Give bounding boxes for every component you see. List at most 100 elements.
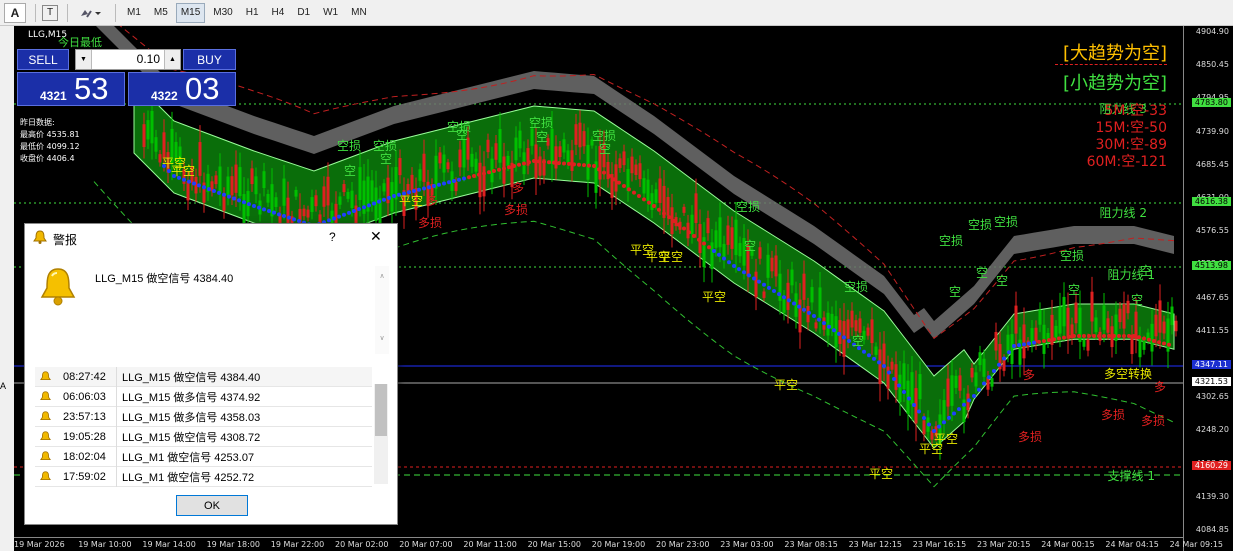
candle-body <box>818 287 822 319</box>
timeframe-button-m1[interactable]: M1 <box>122 3 146 23</box>
ma-dot <box>442 181 446 186</box>
ma-dot <box>847 339 851 343</box>
candle-body <box>714 230 718 248</box>
candle-body <box>1162 321 1166 334</box>
lot-increase-icon[interactable]: ▲ <box>164 50 180 69</box>
price-axis[interactable]: 4904.904850.454794.954739.904685.454631.… <box>1183 26 1233 551</box>
ma-dot <box>1002 356 1006 361</box>
text-label-tool-button[interactable]: T <box>42 4 58 21</box>
resistance-2-label: 阻力线 2 <box>1099 206 1147 220</box>
timeframe-button-m5[interactable]: M5 <box>149 3 173 23</box>
alert-history-row[interactable]: 06:06:03 LLG_M15 做多信号 4374.92 <box>35 386 372 407</box>
candle-body <box>810 287 814 303</box>
ma-dot <box>692 234 696 238</box>
signal-kong: 空 <box>744 239 757 253</box>
timeframe-button-d1[interactable]: D1 <box>292 3 315 23</box>
candle-body <box>734 219 738 256</box>
ma-dot <box>977 387 981 392</box>
timeframe-button-m30[interactable]: M30 <box>208 3 237 23</box>
ma-dot <box>1077 334 1081 338</box>
small-trend-label: [小趋势为空] <box>1062 73 1167 94</box>
ma-dot <box>627 187 631 192</box>
candle-body <box>618 158 622 168</box>
ma-dot <box>517 162 521 167</box>
signal-duo-sun: 多损 <box>1101 408 1126 422</box>
alert-history-row[interactable]: 23:57:13 LLG_M15 做多信号 4358.03 <box>35 406 372 427</box>
ma-dot <box>612 177 616 182</box>
alert-message: LLG_M15 做多信号 4358.03 <box>122 411 261 424</box>
timeframe-button-w1[interactable]: W1 <box>318 3 343 23</box>
candle-body <box>574 124 578 145</box>
close-button[interactable]: ✕ <box>370 228 382 245</box>
buy-price-display[interactable]: 4322 03 <box>128 71 236 106</box>
ma-dot <box>1097 334 1101 338</box>
candle-body <box>666 197 670 216</box>
dialog-titlebar[interactable]: 警报 ? ✕ <box>25 224 397 252</box>
sell-price-display[interactable]: 4321 53 <box>17 71 125 106</box>
alert-time: 19:05:28 <box>63 430 106 443</box>
timeframe-button-h1[interactable]: H1 <box>241 3 264 23</box>
ma-dot <box>697 237 701 242</box>
left-gutter: A <box>0 26 14 551</box>
candle-body <box>950 375 954 406</box>
help-button[interactable]: ? <box>329 230 336 244</box>
ma-dot <box>1067 334 1071 339</box>
buy-button[interactable]: BUY <box>183 49 236 70</box>
candle-body <box>226 176 230 196</box>
time-axis-label: 19 Mar 18:00 <box>206 540 261 549</box>
alert-history-row[interactable]: 17:59:02 LLG_M1 做空信号 4252.72 <box>35 466 372 487</box>
shapes-menu-icon[interactable] <box>74 3 106 23</box>
ma-dot <box>287 215 291 220</box>
candle-body <box>358 167 362 201</box>
ma-dot <box>987 375 991 380</box>
time-axis-label: 20 Mar 15:00 <box>527 540 582 549</box>
ma-dot <box>862 349 866 354</box>
timeframe-button-h4[interactable]: H4 <box>267 3 290 23</box>
text-tool-button[interactable]: A <box>4 2 26 23</box>
ok-button[interactable]: OK <box>176 495 248 516</box>
sell-button[interactable]: SELL <box>17 49 69 70</box>
time-axis-label: 20 Mar 19:00 <box>591 540 646 549</box>
ma-dot <box>1107 334 1111 338</box>
candle-body <box>1022 324 1026 359</box>
candle-body <box>758 247 762 259</box>
candle-body <box>870 319 874 344</box>
timeframe-button-mn[interactable]: MN <box>346 3 372 23</box>
lot-decrease-icon[interactable]: ▼ <box>76 50 92 69</box>
time-axis[interactable]: 19 Mar 2026 19 Mar 10:00 19 Mar 14:00 19 Ma… <box>14 537 1223 551</box>
large-bell-icon <box>40 268 76 306</box>
toolbar-separator <box>67 3 68 22</box>
alert-history-row[interactable]: 08:27:42 LLG_M15 做空信号 4384.40 <box>35 366 372 387</box>
candle-body <box>578 122 582 148</box>
candle-body <box>886 366 890 389</box>
ma-dot <box>502 166 506 171</box>
ma-dot <box>577 162 581 167</box>
candle-body <box>438 152 442 164</box>
bell-icon <box>40 370 51 380</box>
candle-body <box>518 130 522 149</box>
ma-dot <box>542 159 546 164</box>
timeframe-button-m15[interactable]: M15 <box>175 2 206 23</box>
ma-dot <box>732 264 736 268</box>
ma-dot <box>667 215 671 220</box>
candle-body <box>506 155 510 166</box>
ma-dot <box>707 245 711 250</box>
lot-size-input[interactable]: 0.10 <box>92 52 164 66</box>
ma-dot <box>292 217 296 222</box>
alert-history-row[interactable]: 18:02:04 LLG_M1 做空信号 4253.07 <box>35 446 372 467</box>
ma-dot <box>647 200 651 205</box>
history-scroll-thumb[interactable] <box>375 384 387 436</box>
signal-kong: 空 <box>599 142 612 156</box>
candle-body <box>370 180 374 202</box>
message-scrollbar[interactable]: ∧ ∨ <box>375 266 389 354</box>
ma-dot <box>842 335 846 340</box>
ma-dot <box>927 422 931 427</box>
candle-body <box>446 162 450 170</box>
candle-body <box>1150 323 1154 352</box>
ma-dot <box>337 214 341 219</box>
history-scrollbar[interactable] <box>374 384 388 484</box>
alert-history-row[interactable]: 19:05:28 LLG_M15 做空信号 4308.72 <box>35 426 372 447</box>
ma-dot <box>992 369 996 373</box>
ma-dot <box>1112 334 1116 338</box>
candle-body <box>482 166 486 197</box>
